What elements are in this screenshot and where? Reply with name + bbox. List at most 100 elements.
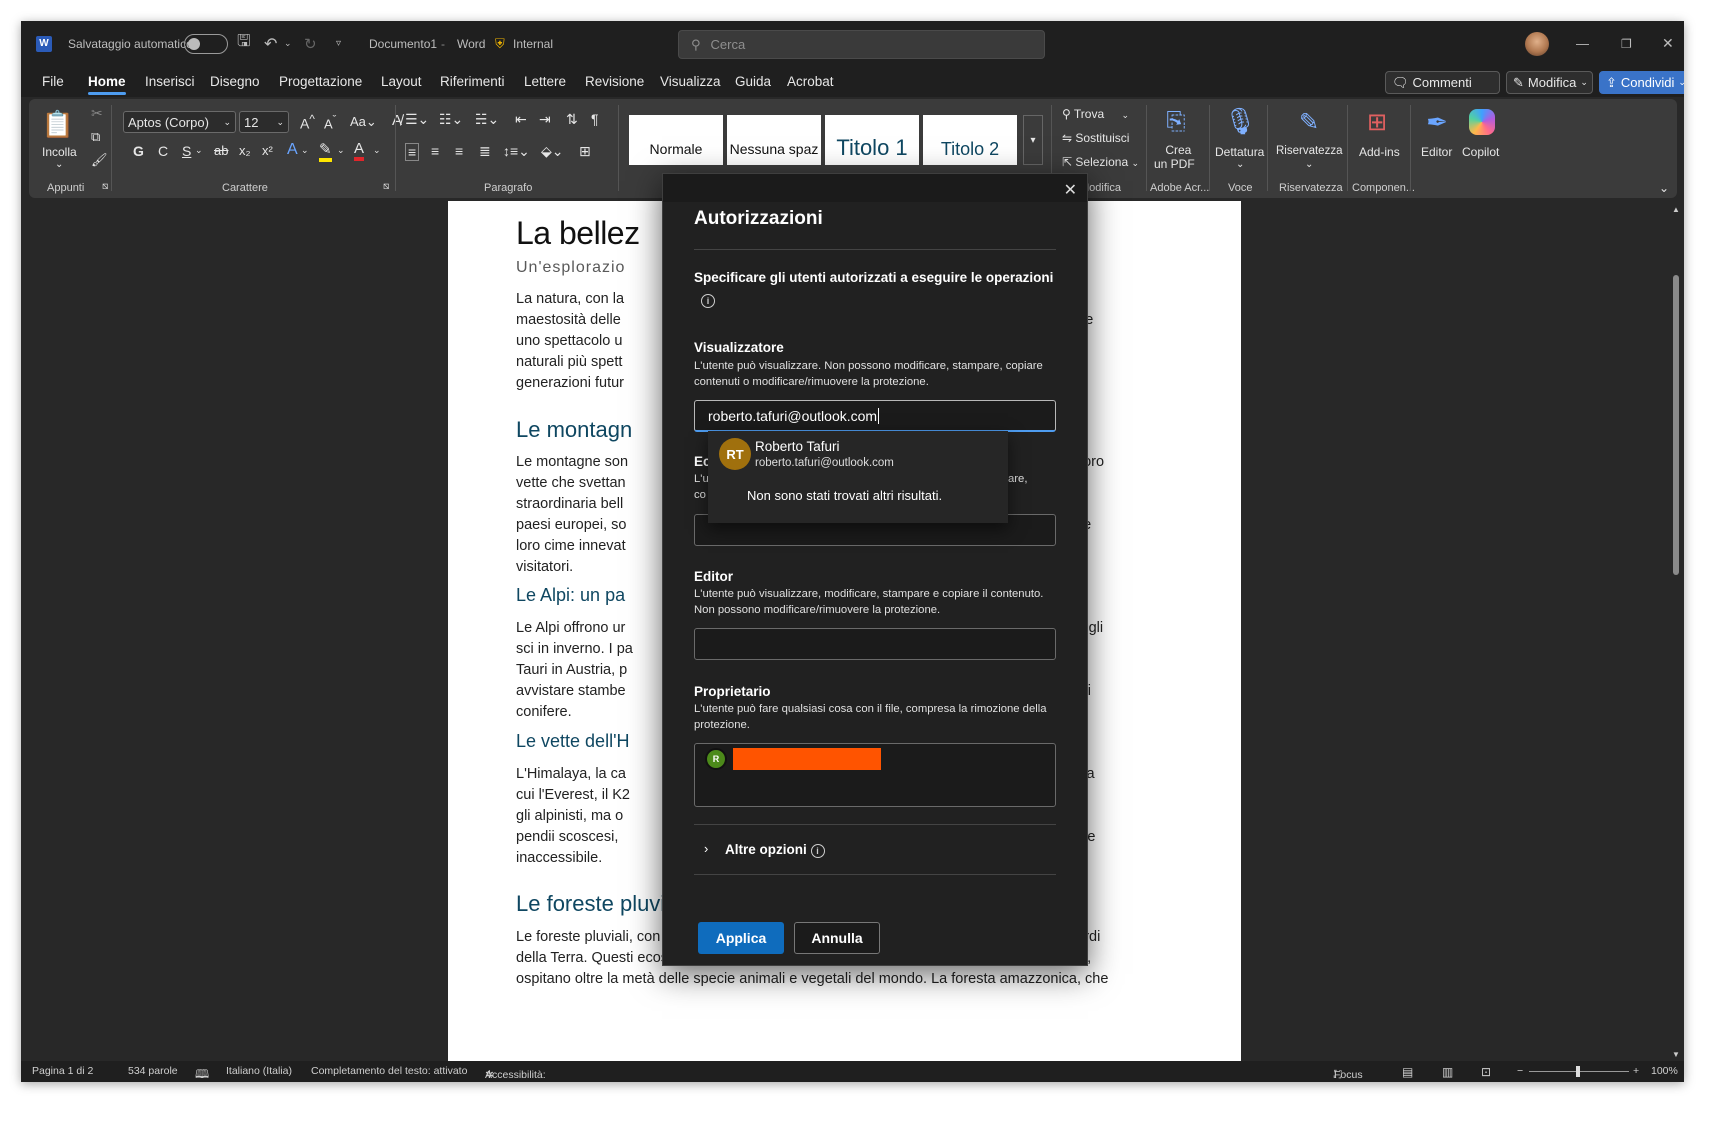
sensitivity-icon[interactable]: ✎ xyxy=(1291,104,1327,140)
create-pdf-button[interactable]: Crea un PDF xyxy=(1154,143,1195,171)
tab-references[interactable]: Riferimenti xyxy=(440,74,505,89)
zoom-out-icon[interactable]: − xyxy=(1517,1065,1523,1077)
sort-icon[interactable]: ⇅ xyxy=(566,111,578,128)
document-name[interactable]: Documento1 xyxy=(369,21,437,66)
chevron-down-icon[interactable]: ⌄ xyxy=(1305,159,1313,170)
zoom-slider-thumb[interactable] xyxy=(1576,1066,1580,1077)
web-layout-icon[interactable]: ⊡ xyxy=(1481,1065,1491,1079)
dialog-launcher-icon[interactable]: ⧅ xyxy=(102,181,108,192)
grow-font-icon[interactable]: A^ xyxy=(300,113,315,132)
numbering-icon[interactable]: ☷⌄ xyxy=(439,111,463,128)
multilevel-list-icon[interactable]: ☵⌄ xyxy=(475,111,499,128)
copilot-button[interactable]: Copilot xyxy=(1462,145,1499,159)
select-button[interactable]: ⇱ Seleziona ⌄ xyxy=(1062,155,1139,169)
add-ins-icon[interactable]: ⊞ xyxy=(1360,105,1394,139)
align-right-icon[interactable]: ≡ xyxy=(455,143,463,159)
paste-button[interactable]: Incolla xyxy=(42,145,77,159)
suggestion-item[interactable]: RT Roberto Tafuri roberto.tafuri@outlook… xyxy=(708,431,1008,477)
minimize-icon[interactable]: — xyxy=(1576,21,1589,66)
account-avatar[interactable] xyxy=(1525,21,1549,66)
restore-icon[interactable]: ❐ xyxy=(1621,21,1632,66)
share-button[interactable]: ⇪ Condividi ⌄ xyxy=(1599,71,1684,94)
chevron-down-icon[interactable]: ⌄ xyxy=(1236,159,1244,170)
line-spacing-icon[interactable]: ↕≡⌄ xyxy=(503,143,530,160)
undo-dropdown-icon[interactable]: ⌄ xyxy=(284,21,292,66)
dictate-button[interactable]: Dettatura xyxy=(1215,145,1264,159)
styles-gallery-expand-icon[interactable]: ▾ xyxy=(1023,115,1043,165)
chevron-right-icon[interactable]: › xyxy=(704,841,708,856)
dialog-launcher-icon[interactable]: ⧅ xyxy=(383,181,389,192)
tab-draw[interactable]: Disegno xyxy=(210,74,260,89)
save-icon[interactable]: 🖫 xyxy=(237,21,251,66)
chevron-down-icon[interactable]: ⌄ xyxy=(373,145,381,156)
print-layout-icon[interactable]: ▥ xyxy=(1442,1065,1453,1079)
bold-button[interactable]: G xyxy=(133,143,144,159)
editing-mode-button[interactable]: ✎ Modifica ⌄ xyxy=(1506,71,1593,94)
chevron-down-icon[interactable]: ⌄ xyxy=(195,145,203,156)
sensitivity-label[interactable]: Internal xyxy=(513,21,553,66)
style-heading-1[interactable]: Titolo 1 xyxy=(825,115,919,165)
autosave-toggle[interactable] xyxy=(184,21,228,66)
bullets-icon[interactable]: ☰⌄ xyxy=(405,111,429,128)
tab-view[interactable]: Visualizza xyxy=(660,74,721,89)
tab-help[interactable]: Guida xyxy=(735,74,771,89)
cancel-button[interactable]: Annulla xyxy=(794,922,880,954)
text-effects-icon[interactable]: A xyxy=(287,141,298,159)
style-normal[interactable]: Normale xyxy=(629,115,723,165)
vertical-scrollbar[interactable]: ▲ ▼ xyxy=(1669,205,1683,1061)
info-icon[interactable]: i xyxy=(701,291,715,309)
tab-layout[interactable]: Layout xyxy=(381,74,422,89)
align-center-icon[interactable]: ≡ xyxy=(431,143,439,159)
search-box[interactable]: ⚲ Cerca xyxy=(678,30,1045,59)
copy-icon[interactable]: ⧉ xyxy=(91,129,100,145)
sensitivity-button[interactable]: Riservatezza xyxy=(1276,145,1342,157)
undo-icon[interactable]: ↶ xyxy=(264,21,277,66)
tab-file[interactable]: File xyxy=(42,74,64,89)
font-name-select[interactable]: Aptos (Corpo) ⌄ xyxy=(123,111,236,133)
strikethrough-icon[interactable]: ab xyxy=(214,143,228,158)
read-mode-icon[interactable]: ▤ xyxy=(1402,1065,1413,1079)
chevron-down-icon[interactable]: ⌄ xyxy=(337,145,345,156)
editor-pen-icon[interactable]: ✒ xyxy=(1420,105,1454,139)
editor-button[interactable]: Editor xyxy=(1421,145,1452,159)
align-left-icon[interactable]: ≡ xyxy=(405,143,420,161)
zoom-level[interactable]: 100% xyxy=(1651,1065,1678,1077)
justify-icon[interactable]: ≣ xyxy=(479,143,491,160)
font-size-select[interactable]: 12 ⌄ xyxy=(239,111,289,133)
superscript-icon[interactable]: x² xyxy=(262,143,273,158)
italic-button[interactable]: C xyxy=(158,143,168,159)
zoom-in-icon[interactable]: + xyxy=(1633,1065,1639,1077)
style-heading-2[interactable]: Titolo 2 xyxy=(923,115,1017,165)
word-count[interactable]: 534 parole xyxy=(128,1065,178,1077)
microphone-icon[interactable]: 🎙 xyxy=(1223,103,1257,139)
increase-indent-icon[interactable]: ⇥ xyxy=(539,111,551,128)
scrollbar-thumb[interactable] xyxy=(1673,275,1679,575)
tab-home[interactable]: Home xyxy=(88,74,126,95)
language-status[interactable]: Italiano (Italia) xyxy=(226,1065,292,1077)
add-ins-button[interactable]: Add-ins xyxy=(1359,145,1400,159)
tab-acrobat[interactable]: Acrobat xyxy=(787,74,834,89)
viewer-input[interactable]: roberto.tafuri@outlook.com xyxy=(694,400,1056,432)
clear-formatting-icon[interactable]: A̸ xyxy=(392,112,402,129)
text-predictions-status[interactable]: Completamento del testo: attivato xyxy=(311,1065,467,1077)
more-options-toggle[interactable]: Altre opzioni i xyxy=(725,842,825,858)
copilot-icon[interactable] xyxy=(1465,105,1499,139)
format-painter-icon[interactable]: 🖌 xyxy=(91,152,108,168)
show-formatting-marks-icon[interactable]: ¶ xyxy=(591,111,599,127)
replace-button[interactable]: ⇋ Sostituisci xyxy=(1062,131,1129,145)
page-count[interactable]: Pagina 1 di 2 xyxy=(32,1065,93,1077)
find-button[interactable]: ⚲ Trova ⌄ xyxy=(1062,107,1129,121)
comments-button[interactable]: 🗨 Commenti xyxy=(1385,71,1500,94)
editor-input[interactable] xyxy=(694,628,1056,660)
decrease-indent-icon[interactable]: ⇤ xyxy=(515,111,527,128)
tab-review[interactable]: Revisione xyxy=(585,74,644,89)
subscript-icon[interactable]: x₂ xyxy=(239,143,251,158)
sensitivity-shield-icon[interactable]: ⛨ xyxy=(495,21,505,66)
font-color-icon[interactable]: A xyxy=(354,140,365,161)
scroll-down-icon[interactable]: ▼ xyxy=(1672,1050,1680,1059)
underline-button[interactable]: S xyxy=(182,143,191,159)
tab-insert[interactable]: Inserisci xyxy=(145,74,195,89)
proofing-book-icon[interactable]: 🕮 xyxy=(195,1065,209,1082)
info-icon[interactable]: i xyxy=(810,844,825,858)
tab-mailings[interactable]: Lettere xyxy=(524,74,566,89)
